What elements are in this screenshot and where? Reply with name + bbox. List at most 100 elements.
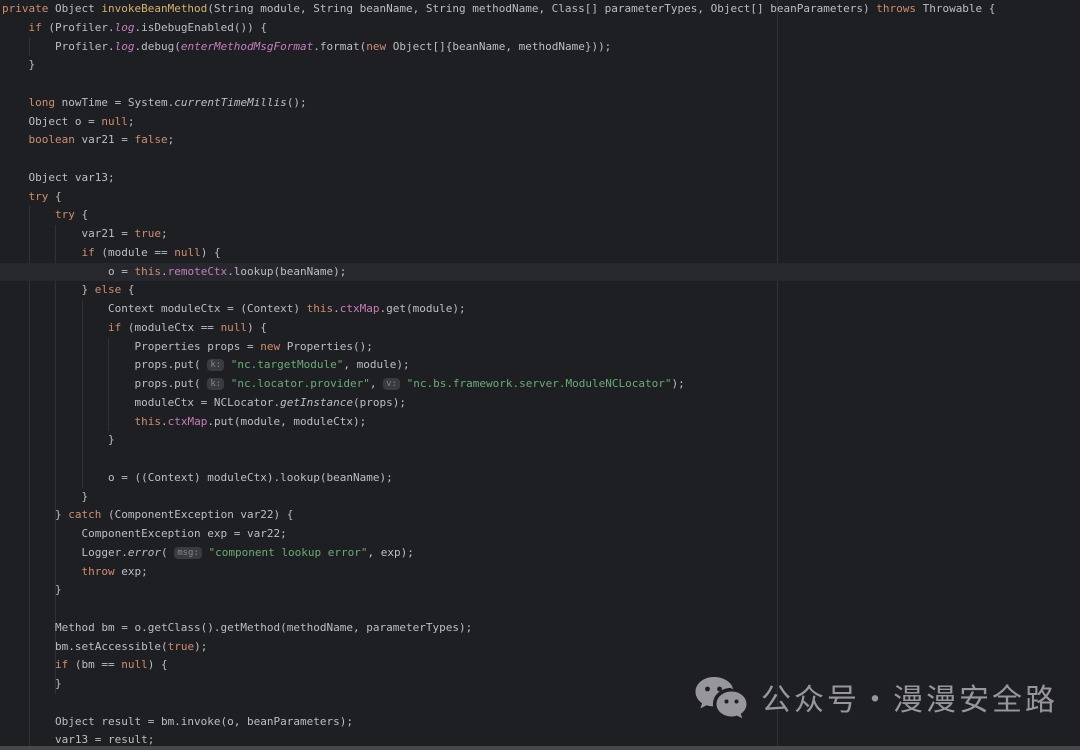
code-line[interactable]: bm.setAccessible(true); [0, 638, 1080, 657]
code-token: var21 = [75, 133, 135, 146]
code-token: new [260, 340, 280, 353]
code-line[interactable]: } else { [0, 281, 1080, 300]
code-token: if [55, 658, 68, 671]
code-token: nowTime = System. [55, 96, 174, 109]
code-token: Object [48, 2, 101, 15]
code-token: } [2, 433, 115, 446]
code-line[interactable]: this.ctxMap.put(module, moduleCtx); [0, 413, 1080, 432]
code-token: ) { [148, 658, 168, 671]
code-token: Properties(); [280, 340, 373, 353]
code-line[interactable]: var21 = true; [0, 225, 1080, 244]
code-line[interactable]: } [0, 581, 1080, 600]
code-token: exp; [115, 565, 148, 578]
code-line[interactable] [0, 75, 1080, 94]
code-token: .format( [313, 40, 366, 53]
code-token: true [134, 227, 161, 240]
watermark-text: 公众号・漫漫安全路 [761, 692, 1058, 711]
bottom-strip [0, 746, 1080, 750]
code-token: enterMethodMsgFormat [181, 40, 313, 53]
code-line[interactable]: } [0, 488, 1080, 507]
code-token: .isDebugEnabled()) { [134, 21, 266, 34]
inlay-hint: v: [383, 378, 400, 390]
code-token: false [134, 133, 167, 146]
code-line[interactable]: } catch (ComponentException var22) { [0, 506, 1080, 525]
code-token: remoteCtx [168, 265, 228, 278]
code-line[interactable]: Logger.error( msg: "component lookup err… [0, 544, 1080, 563]
code-line[interactable]: try { [0, 188, 1080, 207]
code-line[interactable]: if (module == null) { [0, 244, 1080, 263]
code-line[interactable]: } [0, 56, 1080, 75]
code-token: invokeBeanMethod [101, 2, 207, 15]
code-token: } [2, 490, 88, 503]
code-area[interactable]: private Object invokeBeanMethod(String m… [0, 0, 1080, 750]
code-line[interactable]: Object var13; [0, 169, 1080, 188]
code-token [202, 546, 209, 559]
code-line[interactable]: ComponentException exp = var22; [0, 525, 1080, 544]
code-token: "nc.targetModule" [231, 358, 344, 371]
code-token: } [2, 677, 62, 690]
code-token: Object[]{beanName, methodName})); [386, 40, 611, 53]
code-line[interactable]: private Object invokeBeanMethod(String m… [0, 0, 1080, 19]
code-line[interactable]: if (Profiler.log.isDebugEnabled()) { [0, 19, 1080, 38]
code-token [2, 321, 108, 334]
code-token: .lookup(beanName); [227, 265, 346, 278]
code-token [224, 358, 231, 371]
code-token: "nc.bs.framework.server.ModuleNCLocator" [407, 377, 672, 390]
code-token: log [115, 40, 135, 53]
code-line[interactable]: Properties props = new Properties(); [0, 338, 1080, 357]
code-token: private [2, 2, 48, 15]
code-line[interactable]: Context moduleCtx = (Context) this.ctxMa… [0, 300, 1080, 319]
code-token: o = [2, 265, 134, 278]
code-line[interactable] [0, 600, 1080, 619]
code-token: { [48, 190, 61, 203]
code-token: null [101, 115, 128, 128]
code-line[interactable]: props.put( k: "nc.targetModule", module)… [0, 356, 1080, 375]
code-token [2, 208, 55, 221]
code-line[interactable]: Method bm = o.getClass().getMethod(metho… [0, 619, 1080, 638]
code-line[interactable]: if (moduleCtx == null) { [0, 319, 1080, 338]
inlay-hint: k: [207, 378, 224, 390]
code-token: try [29, 190, 49, 203]
code-line[interactable]: try { [0, 206, 1080, 225]
code-line[interactable]: o = this.remoteCtx.lookup(beanName); [0, 263, 1080, 282]
code-token: Context moduleCtx = (Context) [2, 302, 307, 315]
code-token: , [370, 377, 383, 390]
code-line[interactable]: moduleCtx = NCLocator.getInstance(props)… [0, 394, 1080, 413]
code-token: this [307, 302, 334, 315]
code-token: ; [128, 115, 135, 128]
code-line[interactable] [0, 150, 1080, 169]
code-token: } [2, 508, 68, 521]
code-token: bm.setAccessible( [2, 640, 168, 653]
code-token: ctxMap [168, 415, 208, 428]
code-token: (bm == [68, 658, 121, 671]
code-token: ); [671, 377, 684, 390]
code-line[interactable]: Profiler.log.debug(enterMethodMsgFormat.… [0, 38, 1080, 57]
code-token: if [29, 21, 42, 34]
code-token: .put(module, moduleCtx); [207, 415, 366, 428]
code-token: (Profiler. [42, 21, 115, 34]
code-line[interactable]: Object o = null; [0, 113, 1080, 132]
code-token [2, 658, 55, 671]
code-line[interactable]: } [0, 431, 1080, 450]
code-line[interactable]: if (bm == null) { [0, 656, 1080, 675]
code-line[interactable]: boolean var21 = false; [0, 131, 1080, 150]
code-token: "component lookup error" [209, 546, 368, 559]
code-line[interactable]: throw exp; [0, 563, 1080, 582]
code-token: Object var13; [2, 171, 115, 184]
code-token [2, 415, 134, 428]
code-line[interactable]: props.put( k: "nc.locator.provider", v: … [0, 375, 1080, 394]
code-token: . [333, 302, 340, 315]
code-token: , module); [343, 358, 409, 371]
code-token: ; [161, 227, 168, 240]
code-token: if [81, 246, 94, 259]
code-line[interactable] [0, 450, 1080, 469]
code-line[interactable]: long nowTime = System.currentTimeMillis(… [0, 94, 1080, 113]
code-token: throw [81, 565, 114, 578]
code-token: } [2, 583, 62, 596]
code-line[interactable]: o = ((Context) moduleCtx).lookup(beanNam… [0, 469, 1080, 488]
code-editor[interactable]: private Object invokeBeanMethod(String m… [0, 0, 1080, 750]
inlay-hint: k: [207, 359, 224, 371]
code-token: o = ((Context) moduleCtx).lookup(beanNam… [2, 471, 393, 484]
code-token: long [29, 96, 56, 109]
code-token: { [121, 283, 134, 296]
